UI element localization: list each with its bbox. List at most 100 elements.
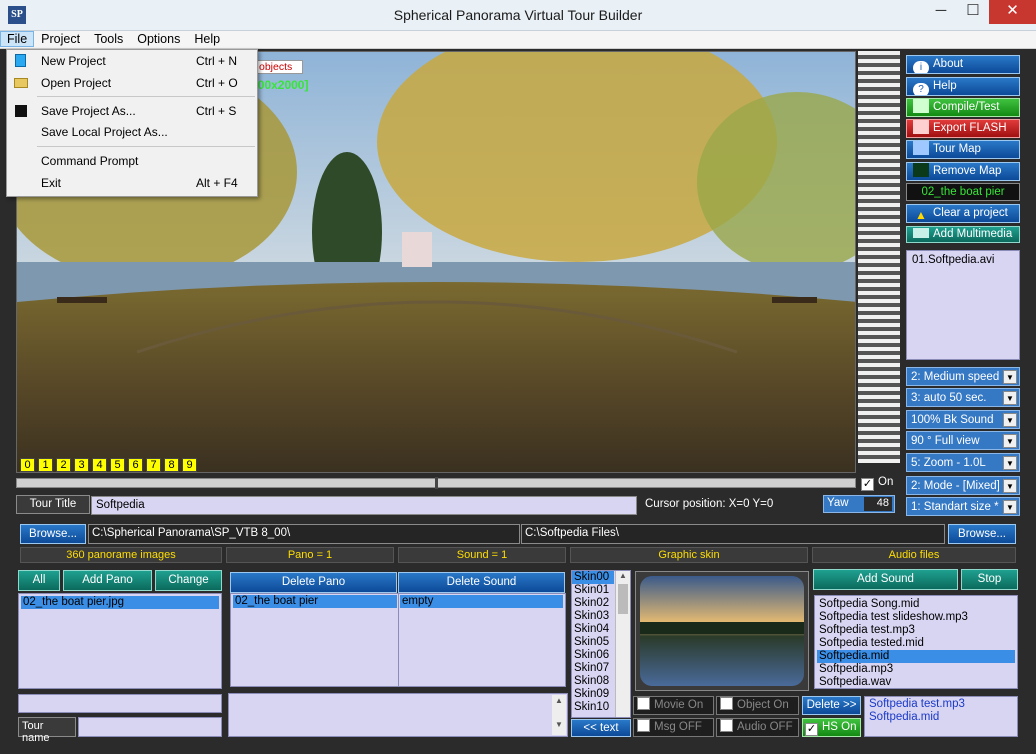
menu-item-new-project[interactable]: New Project Ctrl + N [7,51,257,71]
menu-item-save-project-as[interactable]: Save Project As... Ctrl + S [7,101,257,121]
number-button-2[interactable]: 2 [56,458,71,472]
scrollbar[interactable]: ▲ [615,571,630,717]
chevron-down-icon: ▼ [1003,434,1017,448]
compile-test-button[interactable]: Compile/Test [906,98,1020,117]
skin-list[interactable]: Skin00 Skin01 Skin02 Skin03 Skin04 Skin0… [571,570,631,718]
view-angle-dropdown[interactable]: 90 ° Full view ▼ [906,431,1020,450]
number-button-3[interactable]: 3 [74,458,89,472]
stop-button[interactable]: Stop [961,569,1018,590]
menu-file[interactable]: File [0,31,35,47]
menu-item-open-project[interactable]: Open Project Ctrl + O [7,73,257,93]
msg-checkbox[interactable] [637,719,650,732]
list-item[interactable]: 02_the boat pier [233,595,397,608]
delete-button[interactable]: Delete >> [802,696,861,715]
warning-icon: ▲ [915,208,927,222]
list-item[interactable]: 01.Softpedia.avi [910,254,1016,267]
tour-map-button[interactable]: Tour Map [906,140,1020,159]
mode-dropdown[interactable]: 2: Mode - [Mixed] ▼ [906,476,1020,495]
minimize-button[interactable]: ─ [925,0,957,24]
maximize-button[interactable]: ☐ [957,0,989,24]
movie-on-toggle[interactable]: Movie On [633,696,714,715]
vertical-zoom-strip[interactable] [858,51,900,463]
browse-right-button[interactable]: Browse... [948,524,1016,544]
playlist[interactable]: Softpedia test.mp3 Softpedia.mid [864,696,1018,737]
slider-thumb[interactable] [435,477,438,489]
hs-checkbox[interactable]: ✓ [805,723,818,736]
remove-map-button[interactable]: Remove Map [906,162,1020,181]
number-button-9[interactable]: 9 [182,458,197,472]
on-label: On [878,476,894,488]
size-dropdown[interactable]: 1: Standart size * ▼ [906,497,1020,516]
about-button[interactable]: i About [906,55,1020,74]
list-item[interactable]: Softpedia test.mp3 [817,624,1015,637]
audio-list[interactable]: Softpedia Song.mid Softpedia test slides… [814,595,1018,689]
export-flash-button[interactable]: Export FLASH [906,119,1020,138]
bk-sound-dropdown[interactable]: 100% Bk Sound ▼ [906,410,1020,429]
tour-name-input[interactable] [78,717,222,737]
text-button[interactable]: << text [571,719,631,737]
auto-rotate-dropdown[interactable]: 3: auto 50 sec. ▼ [906,388,1020,407]
help-button[interactable]: ? Help [906,77,1020,96]
list-item[interactable]: Softpedia test slideshow.mp3 [817,611,1015,624]
number-button-4[interactable]: 4 [92,458,107,472]
menu-item-save-local-project-as[interactable]: Save Local Project As... [7,122,257,142]
number-button-0[interactable]: 0 [20,458,35,472]
audio-off-toggle[interactable]: Audio OFF [716,718,799,737]
tour-title-input[interactable]: Softpedia [91,496,637,515]
info-icon: i [913,61,929,73]
close-button[interactable]: ✕ [989,0,1036,24]
add-multimedia-button[interactable]: Add Multimedia [906,226,1020,243]
number-button-7[interactable]: 7 [146,458,161,472]
msg-off-toggle[interactable]: Msg OFF [633,718,714,737]
hs-on-toggle[interactable]: ✓ HS On [802,718,861,737]
list-item[interactable]: Softpedia tested.mid [817,637,1015,650]
add-pano-button[interactable]: Add Pano [63,570,152,591]
on-checkbox[interactable]: ✓ [861,478,874,491]
list-item[interactable]: Softpedia Song.mid [817,598,1015,611]
pano-path-field[interactable]: C:\Spherical Panorama\SP_VTB 8_00\ [88,524,520,544]
menu-item-exit[interactable]: Exit Alt + F4 [7,173,257,193]
menu-item-command-prompt[interactable]: Command Prompt [7,151,257,171]
yaw-box: Yaw 48 [823,495,895,513]
audio-checkbox[interactable] [720,719,733,732]
clear-project-button[interactable]: ▲ Clear a project [906,204,1020,223]
pano-name-field[interactable] [18,694,222,713]
hotspot-text-area[interactable]: ▲ ▼ [228,693,568,737]
list-item[interactable]: Softpedia.wav [817,676,1015,689]
change-button[interactable]: Change [155,570,222,591]
audio-path-field[interactable]: C:\Softpedia Files\ [521,524,945,544]
list-item[interactable]: Softpedia.mp3 [817,663,1015,676]
list-item[interactable]: 02_the boat pier.jpg [21,596,219,609]
browse-left-button[interactable]: Browse... [20,524,86,544]
number-button-1[interactable]: 1 [38,458,53,472]
menu-help[interactable]: Help [187,31,227,47]
movie-checkbox[interactable] [637,697,650,710]
delete-sound-button[interactable]: Delete Sound [398,572,565,593]
menu-separator [37,146,255,147]
menu-options[interactable]: Options [130,31,187,47]
delete-pano-button[interactable]: Delete Pano [230,572,397,593]
scrollbar[interactable]: ▲ ▼ [552,695,566,735]
multimedia-list[interactable]: 01.Softpedia.avi [906,250,1020,360]
number-button-5[interactable]: 5 [110,458,125,472]
speed-dropdown[interactable]: 2: Medium speed ▼ [906,367,1020,386]
all-button[interactable]: All [18,570,60,591]
object-checkbox[interactable] [720,697,733,710]
list-item[interactable]: Softpedia.mid [817,650,1015,663]
number-button-6[interactable]: 6 [128,458,143,472]
menu-tools[interactable]: Tools [87,31,130,47]
number-button-8[interactable]: 8 [164,458,179,472]
add-sound-button[interactable]: Add Sound [813,569,958,590]
object-on-toggle[interactable]: Object On [716,696,799,715]
list-item[interactable]: Softpedia.mid [867,711,1015,724]
on-toggle[interactable]: ✓ On [861,476,893,491]
hotspot-list[interactable]: 02_the boat pier empty [230,593,566,687]
horizontal-slider[interactable] [16,477,856,489]
list-item[interactable]: Softpedia test.mp3 [867,698,1015,711]
menu-bar: File Project Tools Options Help [0,31,1036,49]
pano-list[interactable]: 02_the boat pier.jpg [18,593,222,689]
list-item[interactable]: Skin00 [572,571,614,584]
list-item[interactable]: empty [400,595,563,608]
menu-project[interactable]: Project [34,31,87,47]
zoom-dropdown[interactable]: 5: Zoom - 1.0L ▼ [906,453,1020,472]
